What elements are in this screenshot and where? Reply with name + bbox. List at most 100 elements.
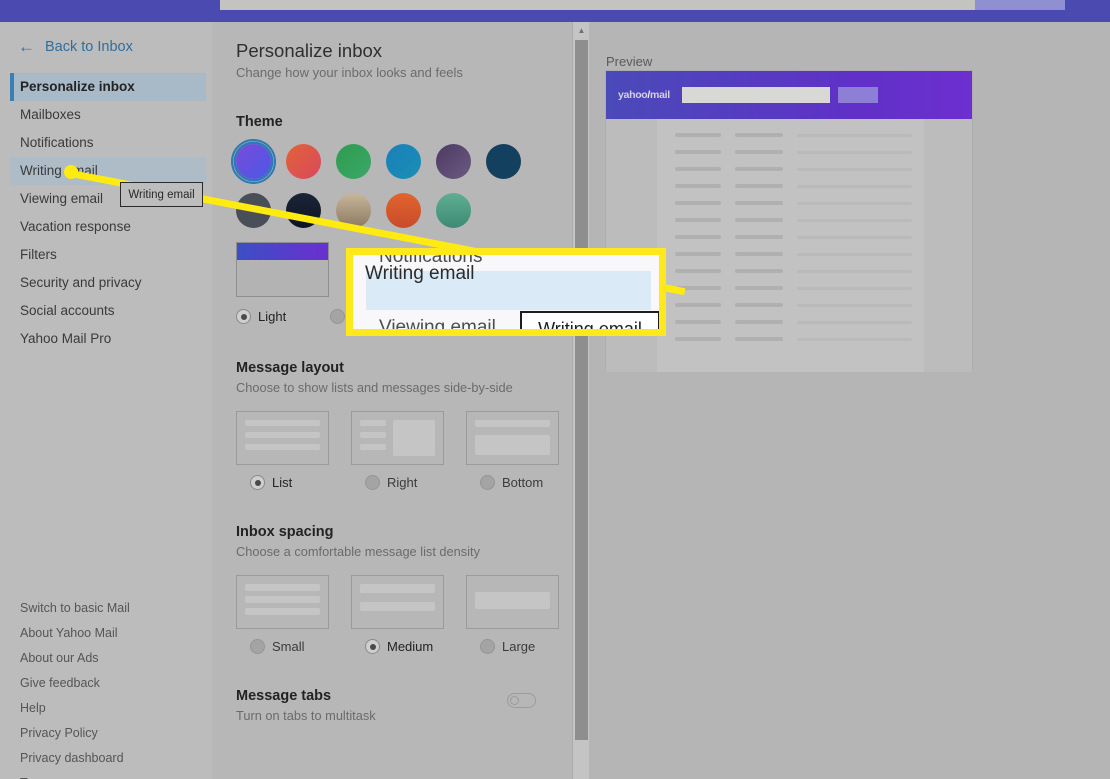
- footer-link-privacy-dashboard[interactable]: Privacy dashboard: [20, 746, 210, 771]
- theme-preview-header-bar: [237, 243, 328, 260]
- theme-preview-tile[interactable]: [236, 242, 329, 297]
- footer-link-give-feedback[interactable]: Give feedback: [20, 671, 210, 696]
- footer-link-help[interactable]: Help: [20, 696, 210, 721]
- theme-swatch-orange-red-gradient[interactable]: [286, 144, 321, 179]
- preview-row: [675, 235, 912, 239]
- inbox-spacing-title: Inbox spacing: [236, 524, 334, 540]
- layout-list-icon[interactable]: [236, 411, 329, 465]
- annotation-origin-dot: [64, 165, 78, 179]
- preview-row: [675, 133, 912, 137]
- sidebar-item-security-and-privacy[interactable]: Security and privacy: [10, 269, 206, 297]
- radio-layout-bottom[interactable]: [480, 475, 495, 490]
- skeleton-block: [475, 435, 550, 455]
- message-layout-subtitle: Choose to show lists and messages side-b…: [236, 380, 513, 395]
- radio-medium[interactable]: [330, 309, 346, 324]
- preview-search-field: [681, 87, 830, 103]
- sidebar-item-yahoo-mail-pro[interactable]: Yahoo Mail Pro: [10, 325, 206, 353]
- preview-mail-header: yahoo/mail: [606, 71, 972, 119]
- skeleton-bar: [360, 432, 386, 438]
- radio-spacing-medium[interactable]: [365, 639, 380, 654]
- brightness-option-light[interactable]: Light: [236, 309, 286, 324]
- skeleton-bar: [475, 420, 550, 427]
- density-medium-icon[interactable]: [351, 575, 444, 629]
- layout-right-icon[interactable]: [351, 411, 444, 465]
- density-small-icon[interactable]: [236, 575, 329, 629]
- layout-option-bottom[interactable]: Bottom: [466, 475, 559, 490]
- theme-swatch-sunset-photo[interactable]: [386, 193, 421, 228]
- sidebar-item-personalize-inbox[interactable]: Personalize inbox: [10, 73, 206, 101]
- sidebar-item-vacation-response[interactable]: Vacation response: [10, 213, 206, 241]
- skeleton-bar: [360, 602, 435, 611]
- preview-search-button: [837, 87, 878, 103]
- footer-link-privacy-policy[interactable]: Privacy Policy: [20, 721, 210, 746]
- preview-panel: Preview yahoo/mail: [589, 22, 1110, 779]
- message-tabs-toggle[interactable]: [507, 693, 536, 708]
- layout-option-list[interactable]: List: [236, 475, 329, 490]
- preview-row: [675, 320, 912, 324]
- settings-content-panel: Personalize inbox Change how your inbox …: [212, 22, 572, 779]
- spacing-option-small[interactable]: Small: [236, 639, 329, 654]
- radio-spacing-large[interactable]: [480, 639, 495, 654]
- theme-swatch-purple-blue-gradient[interactable]: [231, 139, 276, 184]
- settings-sidebar: ← Back to Inbox Personalize inbox Mailbo…: [0, 22, 212, 779]
- page-subtitle: Change how your inbox looks and feels: [236, 65, 463, 80]
- skeleton-block: [393, 420, 435, 456]
- inbox-spacing-subtitle: Choose a comfortable message list densit…: [236, 544, 480, 559]
- spacing-option-large[interactable]: Large: [466, 639, 559, 654]
- radio-layout-list[interactable]: [250, 475, 265, 490]
- skeleton-bar: [245, 584, 320, 591]
- theme-swatch-green-gradient[interactable]: [336, 144, 371, 179]
- footer-link-about-our-ads[interactable]: About our Ads: [20, 646, 210, 671]
- sidebar-hover-tooltip: Writing email: [120, 182, 203, 207]
- skeleton-bar: [360, 420, 386, 426]
- content-scrollbar[interactable]: ▲: [572, 22, 589, 779]
- yahoo-mail-logo: yahoo/mail: [618, 89, 670, 101]
- zoom-callout-box: Notifications Writing email Viewing emai…: [346, 248, 666, 336]
- radio-spacing-small[interactable]: [250, 639, 265, 654]
- skeleton-bar: [245, 420, 320, 426]
- browser-top-bar: [0, 0, 1110, 22]
- preview-row: [675, 252, 912, 256]
- preview-row: [675, 303, 912, 307]
- scrollbar-thumb[interactable]: [575, 40, 588, 740]
- arrow-left-icon: ←: [18, 37, 35, 56]
- layout-option-right[interactable]: Right: [351, 475, 444, 490]
- theme-swatch-blue-teal-gradient[interactable]: [386, 144, 421, 179]
- radio-light[interactable]: [236, 309, 251, 324]
- preview-label: Preview: [606, 54, 653, 69]
- top-action-button[interactable]: [975, 0, 1065, 10]
- skeleton-bar: [245, 444, 320, 450]
- footer-link-about-yahoo-mail[interactable]: About Yahoo Mail: [20, 621, 210, 646]
- skeleton-block: [475, 592, 550, 609]
- skeleton-bar: [245, 608, 320, 615]
- preview-row: [675, 269, 912, 273]
- callout-tooltip: Writing email: [520, 311, 659, 329]
- toggle-knob: [510, 696, 519, 705]
- settings-nav-list: Personalize inbox Mailboxes Notification…: [10, 73, 206, 353]
- theme-swatch-mountain-photo[interactable]: [436, 193, 471, 228]
- spacing-option-medium[interactable]: Medium: [351, 639, 444, 654]
- layout-bottom-icon[interactable]: [466, 411, 559, 465]
- message-tabs-subtitle: Turn on tabs to multitask: [236, 708, 376, 723]
- back-to-inbox-label: Back to Inbox: [45, 38, 133, 55]
- sidebar-item-filters[interactable]: Filters: [10, 241, 206, 269]
- skeleton-bar: [360, 584, 435, 593]
- top-search-field[interactable]: [220, 0, 975, 10]
- footer-link-switch-to-basic-mail[interactable]: Switch to basic Mail: [20, 596, 210, 621]
- layout-label-list: List: [272, 475, 293, 490]
- preview-row: [675, 167, 912, 171]
- back-to-inbox-button[interactable]: ← Back to Inbox: [18, 38, 133, 55]
- preview-ad-rail: [924, 119, 972, 372]
- scroll-up-arrow-icon[interactable]: ▲: [573, 22, 590, 38]
- sidebar-item-social-accounts[interactable]: Social accounts: [10, 297, 206, 325]
- density-large-icon[interactable]: [466, 575, 559, 629]
- preview-row: [675, 337, 912, 341]
- message-tabs-section: Message tabs Turn on tabs to multitask: [236, 688, 536, 723]
- footer-link-terms[interactable]: Terms: [20, 771, 210, 779]
- radio-layout-right[interactable]: [365, 475, 380, 490]
- message-layout-title: Message layout: [236, 360, 344, 376]
- sidebar-item-notifications[interactable]: Notifications: [10, 129, 206, 157]
- theme-swatch-dark-purple-gradient[interactable]: [436, 144, 471, 179]
- theme-swatch-navy-solid[interactable]: [486, 144, 521, 179]
- sidebar-item-mailboxes[interactable]: Mailboxes: [10, 101, 206, 129]
